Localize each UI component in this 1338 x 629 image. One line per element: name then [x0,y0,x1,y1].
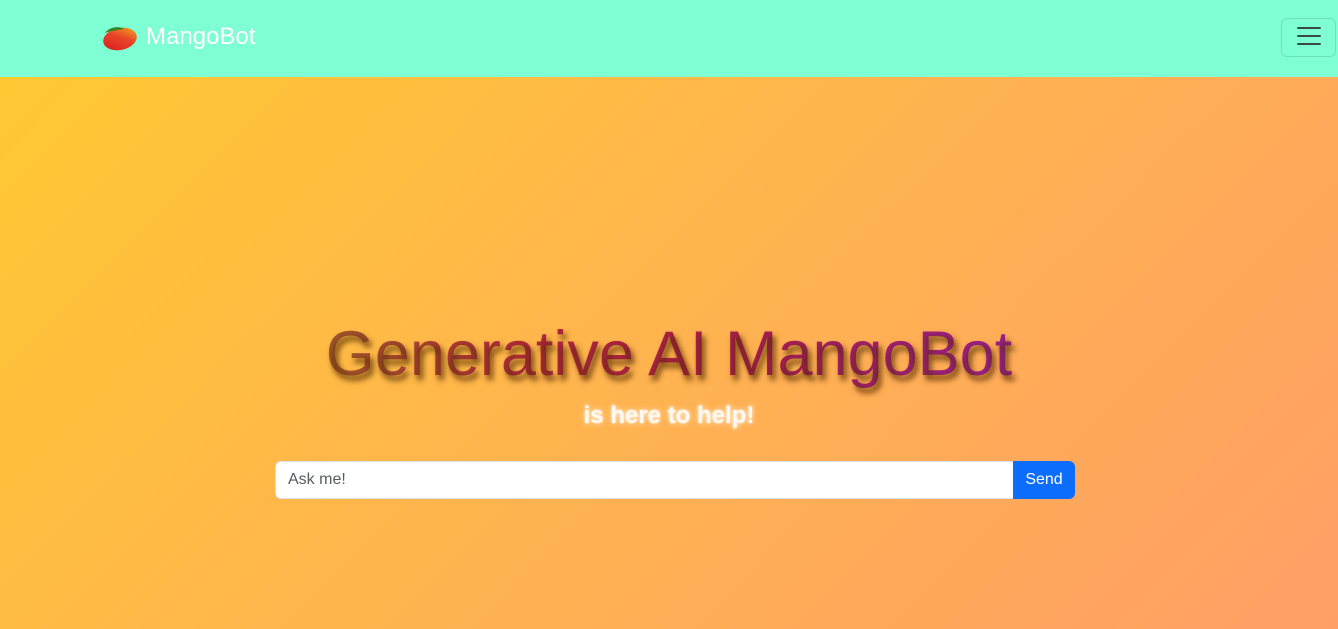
hero-title: Generative AI MangoBot [0,314,1338,394]
hamburger-menu-icon [1294,21,1324,54]
brand-link[interactable]: MangoBot [102,20,255,54]
send-button[interactable]: Send [1013,461,1075,499]
navbar: MangoBot [0,0,1338,77]
brand-name: MangoBot [146,23,256,50]
hero-title-text: Generative AI MangoBot [325,319,1013,389]
ask-input[interactable] [275,461,1013,499]
ask-form: Send [275,461,1075,499]
navbar-toggle-button[interactable] [1281,18,1336,57]
mango-icon [102,23,138,51]
hero-section: Generative AI MangoBot Generative AI Man… [0,77,1338,629]
hero-subtitle: is here to help! [583,402,755,429]
